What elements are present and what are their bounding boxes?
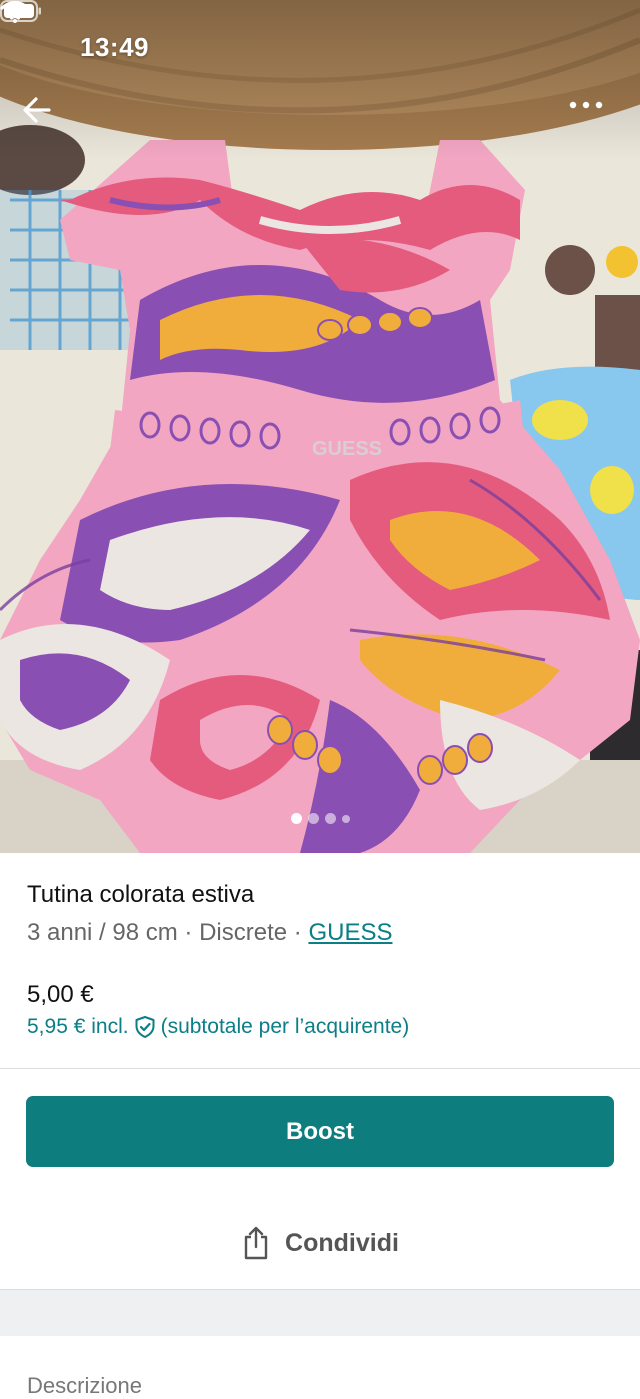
- price-incl-row[interactable]: 5,95 € incl. (subtotale per l’acquirente…: [27, 1015, 409, 1039]
- shield-check-icon: [135, 1016, 155, 1038]
- status-time: 13:49: [80, 32, 149, 62]
- item-condition: Discrete: [199, 919, 288, 946]
- share-label: Condividi: [285, 1228, 399, 1257]
- item-size: 3 anni / 98 cm: [27, 919, 178, 946]
- item-title: Tutina colorata estiva: [27, 881, 255, 908]
- pager-dot[interactable]: [307, 813, 319, 824]
- description-heading: Descrizione: [27, 1373, 142, 1398]
- brand-link[interactable]: GUESS: [308, 919, 392, 946]
- section-separator: [0, 1289, 640, 1336]
- boost-button[interactable]: Boost: [26, 1096, 614, 1167]
- meta-separator: ·: [287, 919, 309, 946]
- share-icon: [244, 1226, 268, 1260]
- status-bar: 13:49: [0, 0, 640, 96]
- pager-dot[interactable]: [341, 815, 350, 823]
- item-meta: 3 anni / 98 cm · Discrete · GUESS: [27, 919, 392, 947]
- share-button[interactable]: Condividi: [0, 1213, 640, 1273]
- price-incl-note: (subtotale per l’acquirente): [160, 1015, 410, 1038]
- divider: [0, 1068, 640, 1069]
- item-photo[interactable]: GUESS 13:49: [0, 0, 640, 853]
- price-incl: 5,95 € incl.: [27, 1015, 129, 1038]
- photo-pager[interactable]: [0, 813, 640, 827]
- item-photo-illustration: GUESS: [0, 0, 640, 853]
- svg-text:GUESS: GUESS: [312, 438, 382, 460]
- item-price: 5,00 €: [27, 981, 94, 1008]
- battery-icon: [0, 0, 41, 22]
- more-options-button[interactable]: [568, 100, 620, 144]
- pager-dot[interactable]: [324, 813, 336, 824]
- arrow-left-icon: [23, 97, 51, 123]
- more-horizontal-icon: [569, 101, 603, 109]
- back-button[interactable]: [22, 96, 70, 144]
- meta-separator: ·: [177, 919, 200, 946]
- pager-dot[interactable]: [290, 813, 302, 824]
